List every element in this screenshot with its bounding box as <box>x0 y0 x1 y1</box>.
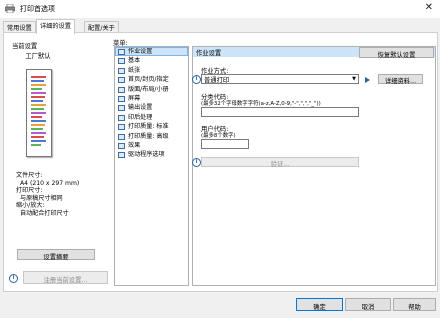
chevron-down-icon: ▼ <box>352 76 356 82</box>
menu-item-driver-options[interactable]: 驱动程序选项 <box>115 150 188 159</box>
effect-icon <box>118 142 125 149</box>
menu-item-effect[interactable]: 效果 <box>115 141 188 150</box>
help-button[interactable]: 帮助 <box>393 298 436 311</box>
output-icon <box>118 105 125 112</box>
menu-item-print-quality-standard[interactable]: 打印质量: 标准 <box>115 122 188 131</box>
menu-item-paper[interactable]: 纸张 <box>115 66 188 75</box>
title-bar: 打印首选项 ✕ <box>0 0 440 18</box>
summary-line: 缩小/放大: <box>16 202 45 209</box>
summary-line: 打印尺寸: <box>16 187 43 194</box>
current-settings-label: 当前设置 <box>12 43 38 50</box>
menu-item-finishing[interactable]: 印后处理 <box>115 113 188 122</box>
print-quality-advanced-icon <box>118 133 125 140</box>
screen-icon <box>118 95 125 102</box>
register-current-settings-button[interactable]: 注册当前设置... <box>23 271 108 284</box>
detail-panel: 作业设置 作业方式: i 普通打印 ▼ 详细资料... 分类代码: (最多32个… <box>192 46 436 286</box>
layout-icon <box>118 86 125 93</box>
class-code-hint: (最多32个字母数字字符(a-z,A-Z,0-9,"-",",","_")) <box>201 101 321 107</box>
cancel-button[interactable]: 取消 <box>345 298 391 311</box>
printer-icon <box>5 3 15 14</box>
menu-item-screen[interactable]: 屏幕 <box>115 94 188 103</box>
summary-line: A4 (210 x 297 mm) <box>20 179 80 187</box>
tab-detailed-settings[interactable]: 详细的设置 <box>36 19 75 34</box>
menu-item-output[interactable]: 输出设置 <box>115 103 188 112</box>
ok-button[interactable]: 确定 <box>296 298 343 311</box>
menu-list[interactable]: 作业设置 基本 纸张 首页/封页/指定 版面/布局/小册 屏幕 输出设置 印后处… <box>114 46 189 286</box>
preview-heading: 工厂默认 <box>25 53 51 60</box>
user-code-hint: (最多8个数字) <box>201 133 236 139</box>
arrow-right-icon <box>365 77 370 83</box>
info-icon: i <box>192 75 201 84</box>
cover-icon <box>118 77 125 84</box>
menu-item-cover[interactable]: 首页/封页/指定 <box>115 75 188 84</box>
close-icon[interactable]: ✕ <box>425 3 433 13</box>
window-title: 打印首选项 <box>20 5 55 13</box>
menu-item-basic[interactable]: 基本 <box>115 56 188 65</box>
restore-defaults-button[interactable]: 恢复默认设置 <box>359 47 434 59</box>
job-type-dropdown[interactable]: 普通打印 ▼ <box>201 74 359 84</box>
summary-line: 自动配合打印尺寸 <box>20 209 69 217</box>
print-quality-icon <box>118 124 125 131</box>
settings-summary-text: 文件尺寸: A4 (210 x 297 mm) 打印尺寸: 与原稿尺寸相同 缩小… <box>16 172 79 217</box>
user-code-input[interactable] <box>201 139 249 149</box>
finishing-icon <box>118 114 125 121</box>
verify-button[interactable]: 验证... <box>201 157 359 168</box>
summary-line: 文件尺寸: <box>16 172 43 179</box>
class-code-input[interactable] <box>201 107 359 117</box>
driver-options-icon <box>118 152 125 159</box>
menu-item-layout[interactable]: 版面/布局/小册 <box>115 85 188 94</box>
info-icon: i <box>192 158 201 167</box>
settings-summary-button[interactable]: 设置摘要 <box>17 249 95 261</box>
details-button[interactable]: 详细资料... <box>378 74 423 85</box>
job-setup-icon <box>118 49 125 55</box>
menu-item-print-quality-advanced[interactable]: 打印质量: 高级 <box>115 132 188 141</box>
paper-icon <box>118 67 125 74</box>
info-icon: i <box>9 274 18 283</box>
summary-line: 与原稿尺寸相同 <box>20 194 63 202</box>
menu-item-job-setup[interactable]: 作业设置 <box>115 47 188 57</box>
paper-preview <box>26 69 52 157</box>
settings-panel: 当前设置 工厂默认 文件尺寸: A4 (210 x 297 mm) 打印尺寸: … <box>3 32 438 292</box>
basic-icon <box>118 58 125 65</box>
preview-area: 工厂默认 <box>12 51 64 176</box>
